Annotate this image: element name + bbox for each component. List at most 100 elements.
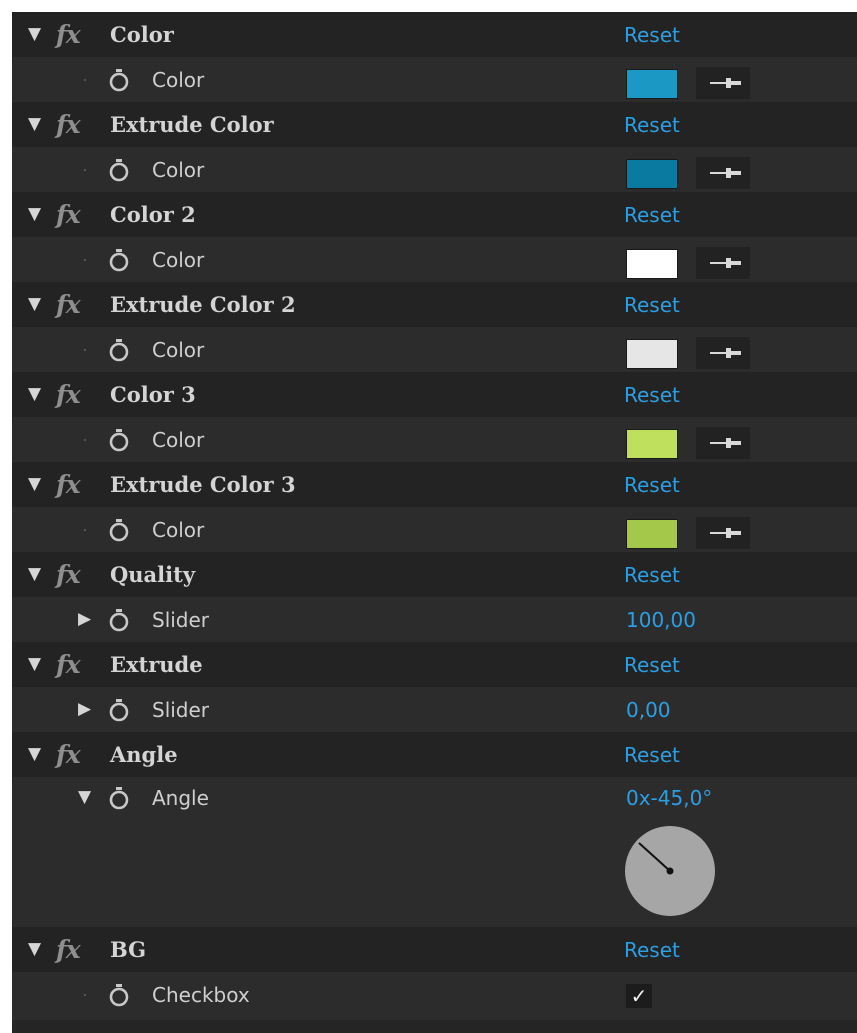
eyedropper-icon[interactable] (696, 427, 750, 459)
fx-icon[interactable]: fx (56, 290, 81, 319)
angle-value[interactable]: 0x-45,0° (626, 786, 712, 810)
param-name: Color (152, 338, 205, 362)
twirl-open-icon[interactable]: ▼ (28, 566, 41, 583)
twirl-open-icon[interactable]: ▼ (28, 746, 41, 763)
param-row-color: Color (12, 147, 857, 192)
fx-icon[interactable]: fx (56, 560, 81, 589)
effect-name: Angle (110, 742, 178, 767)
param-name: Slider (152, 608, 210, 632)
effect-name: Quality (110, 562, 196, 587)
reset-link[interactable]: Reset (624, 743, 680, 767)
tree-dot (84, 439, 86, 441)
stopwatch-icon[interactable] (108, 698, 130, 722)
twirl-open-icon[interactable]: ▼ (78, 789, 91, 806)
param-name: Color (152, 68, 205, 92)
effect-row-quality[interactable]: ▼ fx Quality Reset (12, 552, 857, 597)
twirl-open-icon[interactable]: ▼ (28, 386, 41, 403)
tree-dot (84, 529, 86, 531)
fx-icon[interactable]: fx (56, 20, 81, 49)
slider-value[interactable]: 0,00 (626, 698, 671, 722)
stopwatch-icon[interactable] (108, 786, 130, 810)
checkbox[interactable]: ✓ (626, 984, 652, 1008)
twirl-open-icon[interactable]: ▼ (28, 476, 41, 493)
twirl-open-icon[interactable]: ▼ (28, 296, 41, 313)
reset-link[interactable]: Reset (624, 293, 680, 317)
twirl-closed-icon[interactable]: ▶ (78, 701, 91, 718)
reset-link[interactable]: Reset (624, 383, 680, 407)
color-swatch[interactable] (626, 249, 678, 279)
effect-name: Extrude Color 3 (110, 472, 296, 497)
tree-dot (84, 994, 86, 996)
param-row-color: Color (12, 417, 857, 462)
fx-icon[interactable]: fx (56, 200, 81, 229)
fx-icon[interactable]: fx (56, 740, 81, 769)
stopwatch-icon[interactable] (108, 68, 130, 92)
twirl-open-icon[interactable]: ▼ (28, 26, 41, 43)
eyedropper-icon[interactable] (696, 157, 750, 189)
stopwatch-icon[interactable] (108, 608, 130, 632)
reset-link[interactable]: Reset (624, 23, 680, 47)
effect-row-color-3[interactable]: ▼ fx Color 3 Reset (12, 372, 857, 417)
param-row-slider: ▶ Slider 0,00 (12, 687, 857, 732)
twirl-closed-icon[interactable]: ▶ (78, 611, 91, 628)
tree-dot (84, 349, 86, 351)
param-name: Color (152, 428, 205, 452)
stopwatch-icon[interactable] (108, 518, 130, 542)
param-row-angle: ▼ Angle 0x-45,0° (12, 777, 857, 927)
param-row-color: Color (12, 237, 857, 282)
twirl-open-icon[interactable]: ▼ (28, 941, 41, 958)
color-swatch[interactable] (626, 429, 678, 459)
eyedropper-icon[interactable] (696, 67, 750, 99)
param-row-slider: ▶ Slider 100,00 (12, 597, 857, 642)
stopwatch-icon[interactable] (108, 248, 130, 272)
effect-row-angle[interactable]: ▼ fx Angle Reset (12, 732, 857, 777)
color-swatch[interactable] (626, 69, 678, 99)
param-name: Color (152, 158, 205, 182)
stopwatch-icon[interactable] (108, 983, 130, 1007)
angle-dial[interactable] (624, 825, 716, 917)
param-name: Color (152, 518, 205, 542)
effect-row-color-2[interactable]: ▼ fx Color 2 Reset (12, 192, 857, 237)
fx-icon[interactable]: fx (56, 935, 81, 964)
fx-icon[interactable]: fx (56, 110, 81, 139)
effect-row-extrude-color-3[interactable]: ▼ fx Extrude Color 3 Reset (12, 462, 857, 507)
eyedropper-icon[interactable] (696, 337, 750, 369)
color-swatch[interactable] (626, 519, 678, 549)
reset-link[interactable]: Reset (624, 473, 680, 497)
eyedropper-icon[interactable] (696, 247, 750, 279)
slider-value[interactable]: 100,00 (626, 608, 696, 632)
fx-icon[interactable]: fx (56, 470, 81, 499)
color-swatch[interactable] (626, 159, 678, 189)
stopwatch-icon[interactable] (108, 428, 130, 452)
param-row-color: Color (12, 57, 857, 102)
effect-row-extrude[interactable]: ▼ fx Extrude Reset (12, 642, 857, 687)
effect-row-extrude-color-2[interactable]: ▼ fx Extrude Color 2 Reset (12, 282, 857, 327)
reset-link[interactable]: Reset (624, 203, 680, 227)
twirl-open-icon[interactable]: ▼ (28, 656, 41, 673)
tree-dot (84, 259, 86, 261)
reset-link[interactable]: Reset (624, 938, 680, 962)
effect-name: Color 3 (110, 382, 196, 407)
effect-name: Extrude Color (110, 112, 274, 137)
param-name: Color (152, 248, 205, 272)
effect-name: Color (110, 22, 174, 47)
twirl-open-icon[interactable]: ▼ (28, 206, 41, 223)
param-row-checkbox: Checkbox ✓ (12, 972, 857, 1020)
fx-icon[interactable]: fx (56, 380, 81, 409)
color-swatch[interactable] (626, 339, 678, 369)
stopwatch-icon[interactable] (108, 158, 130, 182)
effect-name: BG (110, 937, 147, 962)
reset-link[interactable]: Reset (624, 113, 680, 137)
effect-row-bg[interactable]: ▼ fx BG Reset (12, 927, 857, 972)
reset-link[interactable]: Reset (624, 563, 680, 587)
fx-icon[interactable]: fx (56, 650, 81, 679)
effect-name: Extrude (110, 652, 203, 677)
effect-name: Extrude Color 2 (110, 292, 296, 317)
effect-row-color[interactable]: ▼ fx Color Reset (12, 12, 857, 57)
twirl-open-icon[interactable]: ▼ (28, 116, 41, 133)
effect-row-extrude-color[interactable]: ▼ fx Extrude Color Reset (12, 102, 857, 147)
stopwatch-icon[interactable] (108, 338, 130, 362)
tree-dot (84, 169, 86, 171)
eyedropper-icon[interactable] (696, 517, 750, 549)
reset-link[interactable]: Reset (624, 653, 680, 677)
